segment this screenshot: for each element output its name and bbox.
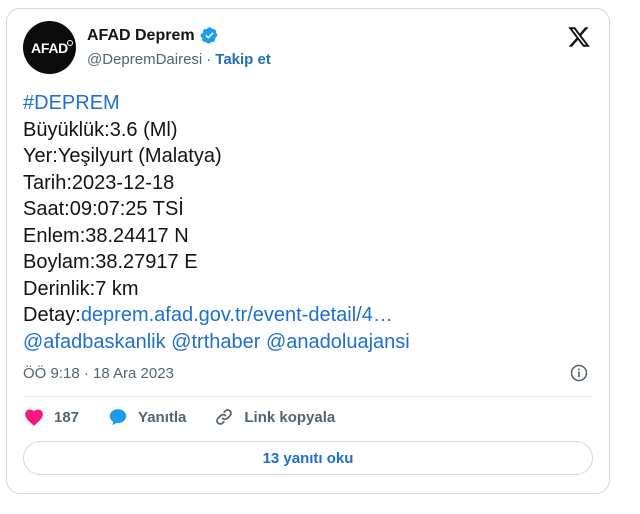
reply-bubble-icon	[109, 409, 127, 426]
action-bar: 187 Yanıtla Link kopyala	[23, 405, 335, 429]
detail-line: Detay:deprem.afad.gov.tr/event-detail/4…	[23, 302, 410, 329]
x-logo-icon[interactable]	[567, 25, 591, 49]
avatar-logo-text: AFAD	[31, 39, 73, 56]
tweet-timestamp[interactable]: ÖÖ 9:18 · 18 Ara 2023	[23, 365, 174, 382]
verified-badge-icon	[200, 27, 218, 44]
link-icon	[216, 409, 233, 425]
author-handle-row: @DepremDairesi · Takip et	[87, 51, 271, 68]
detail-link[interactable]: deprem.afad.gov.tr/event-detail/4…	[81, 304, 393, 326]
author-name[interactable]: AFAD Deprem	[87, 27, 195, 45]
avatar[interactable]: AFAD	[23, 21, 76, 74]
separator-dot: ·	[206, 51, 212, 68]
mention-link[interactable]: @trthaber	[171, 331, 260, 353]
location-line: Yer:Yeşilyurt (Malatya)	[23, 145, 222, 167]
mention-link[interactable]: @afadbaskanlik	[23, 331, 166, 353]
author-handle[interactable]: @DepremDairesi	[87, 51, 202, 68]
info-icon[interactable]	[569, 363, 589, 383]
depth-line: Derinlik:7 km	[23, 277, 139, 300]
follow-button[interactable]: Takip et	[215, 51, 271, 68]
author-name-row: AFAD Deprem	[87, 26, 219, 45]
like-button[interactable]: 187	[23, 406, 79, 428]
time-line: Saat:09:07:25 TSİ	[23, 198, 184, 220]
copy-link-button[interactable]: Link kopyala	[213, 406, 335, 428]
tweet-text: #DEPREM Büyüklük:3.6 (Ml) Yer:Yeşilyurt …	[23, 90, 410, 355]
divider	[23, 396, 593, 397]
copy-link-label: Link kopyala	[244, 408, 336, 426]
like-count: 187	[54, 408, 80, 426]
read-replies-button[interactable]: 13 yanıtı oku	[23, 441, 593, 475]
hashtag-link[interactable]: #DEPREM	[23, 90, 410, 117]
latitude-line: Enlem:38.24417 N	[23, 224, 189, 247]
reply-button[interactable]: Yanıtla	[107, 406, 186, 428]
magnitude-line: Büyüklük:3.6 (Ml)	[23, 118, 178, 141]
heart-icon	[25, 409, 43, 426]
longitude-line: Boylam:38.27917 E	[23, 251, 198, 273]
date-line: Tarih:2023-12-18	[23, 171, 175, 194]
detail-prefix: Detay:	[23, 304, 81, 326]
mention-link[interactable]: @anadoluajansi	[266, 331, 410, 353]
mentions-line: @afadbaskanlik @trthaber @anadoluajansi	[23, 329, 410, 356]
reply-label: Yanıtla	[138, 408, 187, 426]
